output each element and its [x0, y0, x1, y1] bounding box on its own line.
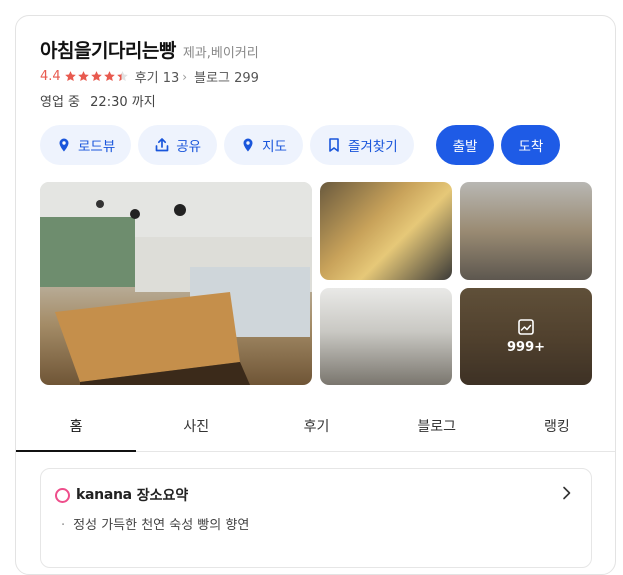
roadview-label: 로드뷰 — [78, 139, 116, 155]
hours-status: 영업 중 — [40, 95, 81, 110]
photo-storefront-inside[interactable] — [460, 182, 592, 280]
share-button[interactable]: 공유 — [138, 125, 218, 165]
star-icon — [64, 71, 76, 82]
photo-main-illustration — [40, 182, 312, 385]
photo-more[interactable]: 999+ — [460, 288, 592, 385]
chevron-right-icon[interactable] — [561, 486, 573, 500]
photo-main-interior[interactable] — [40, 182, 312, 385]
chevron-right-icon: › — [182, 69, 188, 84]
roadview-button[interactable]: 로드뷰 — [40, 125, 132, 165]
place-summary-card[interactable]: kanana 장소요약 · 정성 가득한 천연 숙성 빵의 향연 — [40, 468, 592, 568]
summary-text: 정성 가득한 천연 숙성 빵의 향연 — [73, 518, 250, 533]
bookmark-icon — [329, 138, 339, 152]
map-pin-icon — [243, 138, 253, 152]
tab-blog[interactable]: 블로그 — [377, 412, 497, 451]
tab-ranking[interactable]: 랭킹 — [497, 412, 615, 451]
action-bar: 로드뷰 공유 지도 즐겨찾기 출발 도착 — [40, 125, 561, 165]
more-photos-overlay[interactable]: 999+ — [460, 288, 592, 385]
title-row: 아침을기다리는빵 제과,베이커리 — [40, 36, 259, 63]
summary-header: kanana 장소요약 — [55, 485, 188, 505]
star-icon — [103, 71, 115, 82]
tab-reviews[interactable]: 후기 — [256, 412, 376, 451]
favorite-label: 즐겨찾기 — [347, 139, 398, 155]
blog-link[interactable]: 블로그 299 — [194, 67, 259, 86]
kanana-logo-icon — [55, 487, 70, 503]
star-icon — [116, 71, 128, 82]
arrive-button[interactable]: 도착 — [501, 125, 561, 165]
star-icon — [90, 71, 102, 82]
hours-row: 영업 중 22:30 까지 — [40, 91, 156, 110]
hours-until: 22:30 까지 — [90, 95, 156, 110]
share-icon — [155, 138, 169, 152]
tab-bar: 홈 사진 후기 블로그 랭킹 — [16, 412, 615, 452]
map-button[interactable]: 지도 — [224, 125, 303, 165]
star-icon — [77, 71, 89, 82]
place-category: 제과,베이커리 — [182, 46, 259, 61]
tab-home[interactable]: 홈 — [16, 412, 137, 452]
bullet-dot: · — [61, 518, 66, 533]
rating-stars — [64, 70, 129, 83]
meta-row: 4.4 후기 13 › 블로그 299 — [40, 67, 259, 86]
photo-gallery: 999+ — [40, 182, 592, 385]
depart-button[interactable]: 출발 — [435, 125, 495, 165]
gallery-icon — [518, 319, 534, 335]
photo-bread-tray[interactable] — [320, 182, 452, 280]
more-photos-count: 999+ — [506, 340, 546, 355]
action-spacer — [421, 125, 429, 165]
map-label: 지도 — [262, 139, 287, 155]
favorite-button[interactable]: 즐겨찾기 — [309, 125, 414, 165]
place-card: 아침을기다리는빵 제과,베이커리 4.4 후기 13 › 블로그 299 영업 … — [15, 15, 616, 575]
share-label: 공유 — [176, 139, 202, 155]
summary-title: 장소요약 — [136, 488, 189, 504]
summary-brand: kanana — [76, 487, 132, 503]
summary-line: · 정성 가득한 천연 숙성 빵의 향연 — [61, 514, 249, 533]
reviews-link[interactable]: 후기 13 — [135, 67, 180, 86]
rating-value: 4.4 — [40, 69, 61, 84]
tab-photos[interactable]: 사진 — [136, 412, 256, 451]
place-title[interactable]: 아침을기다리는빵 — [40, 36, 176, 63]
photo-storefront-street[interactable] — [320, 288, 452, 385]
roadview-pin-icon — [59, 138, 69, 152]
